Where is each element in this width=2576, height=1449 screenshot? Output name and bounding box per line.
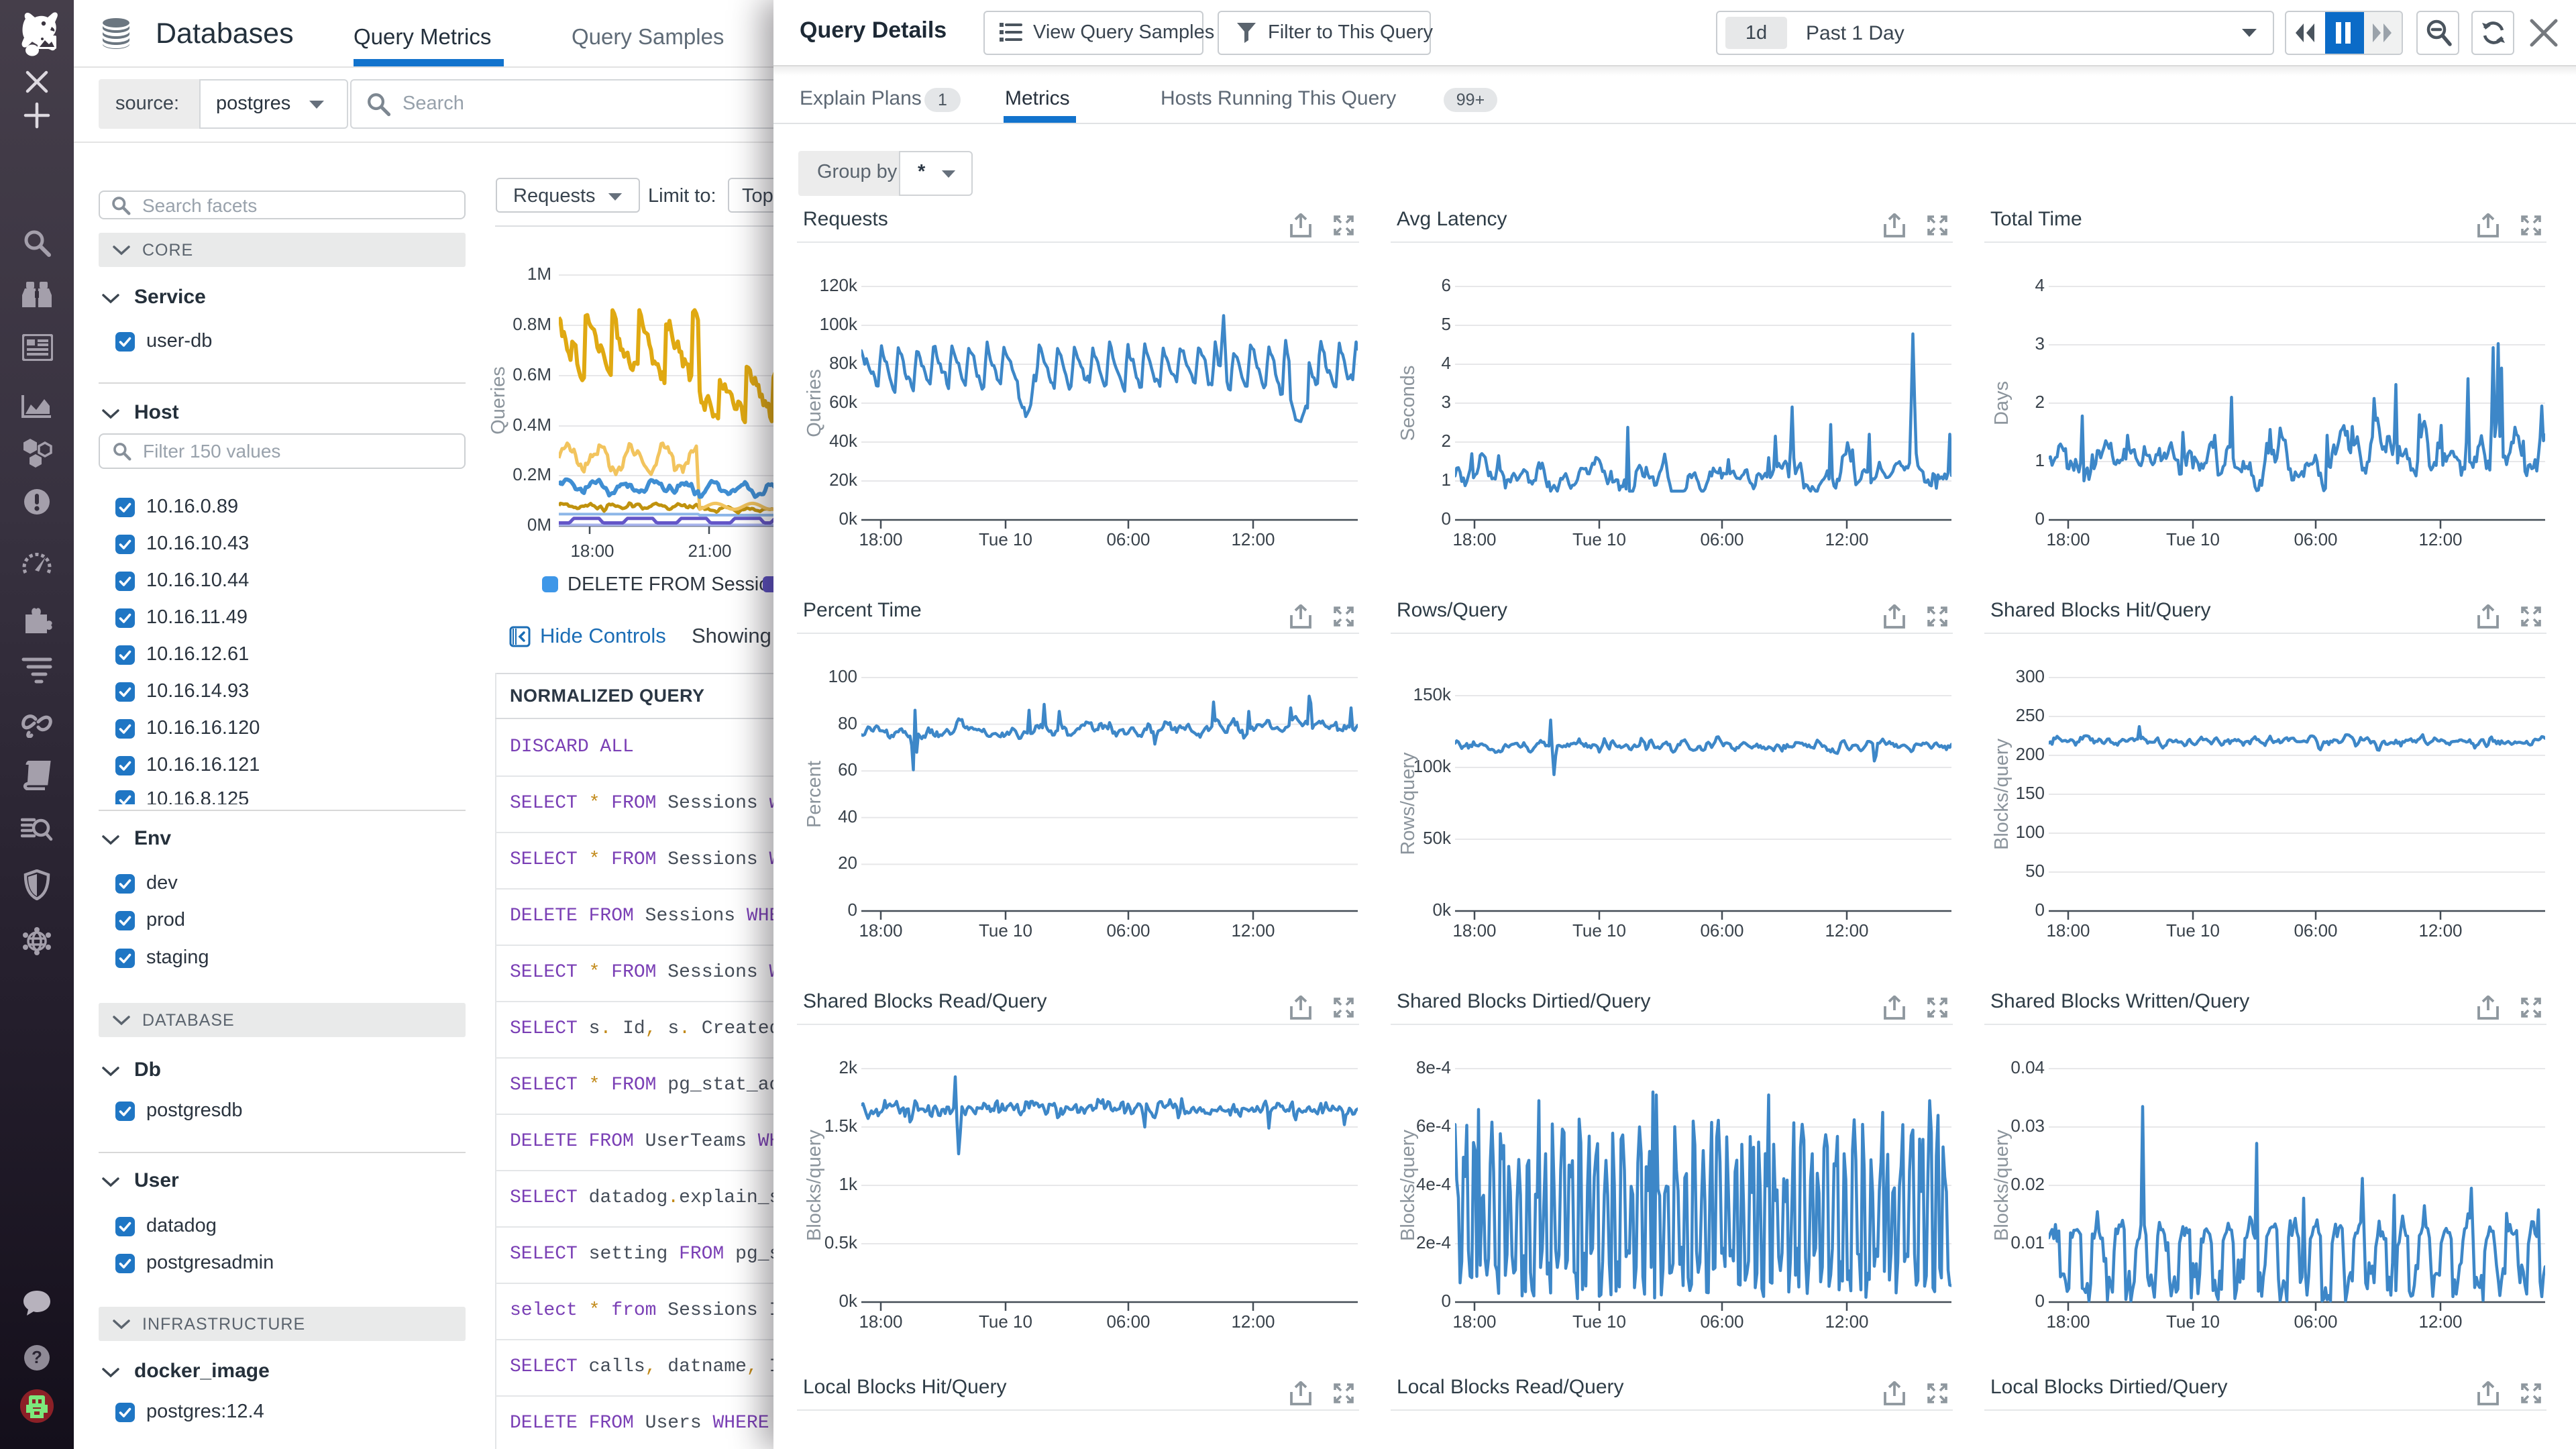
svg-text:?: ?	[32, 1347, 42, 1367]
